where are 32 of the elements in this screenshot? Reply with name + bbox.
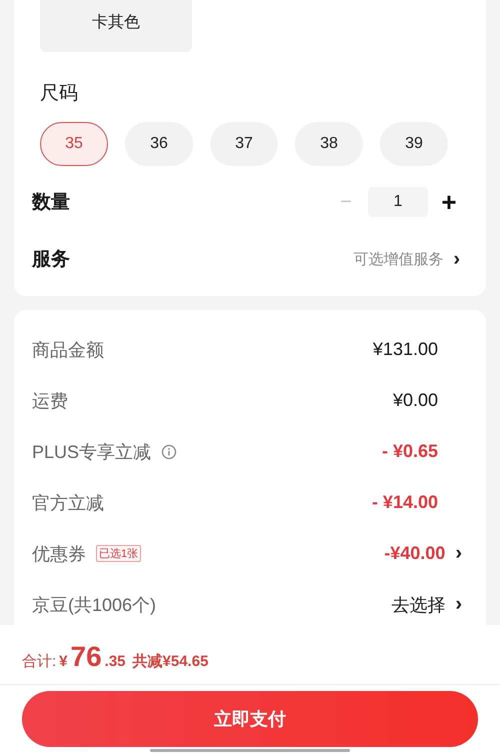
service-link[interactable]: 可选增值服务 › <box>353 248 460 270</box>
size-option[interactable]: 38 <box>295 122 363 166</box>
summary-link[interactable]: -¥40.00 › <box>384 542 462 565</box>
info-icon[interactable] <box>161 444 178 460</box>
total-label: 合计: <box>22 652 56 671</box>
size-option[interactable]: 36 <box>125 122 193 166</box>
pay-button[interactable]: 立即支付 <box>22 691 478 747</box>
total-savings: 共减¥54.65 <box>132 652 208 671</box>
summary-label: 官方立减 <box>32 492 104 514</box>
summary-value: - ¥0.65 <box>382 441 438 462</box>
summary-value: - ¥14.00 <box>372 492 438 513</box>
size-option[interactable]: 39 <box>380 122 448 166</box>
currency-sign: ¥ <box>59 653 68 670</box>
summary-label: 京豆(共1006个) <box>32 594 156 616</box>
total-integer: 76 <box>70 641 102 673</box>
summary-link[interactable]: 去选择 › <box>391 592 462 616</box>
summary-label: 运费 <box>32 390 68 412</box>
summary-value: ¥0.00 <box>392 390 438 411</box>
size-option[interactable]: 37 <box>210 122 278 166</box>
coupon-tag: 已选1张 <box>96 545 142 562</box>
quantity-label: 数量 <box>32 191 70 215</box>
size-option[interactable]: 35 <box>40 122 108 166</box>
summary-label: PLUS专享立减 <box>32 440 152 464</box>
summary-label: 商品金额 <box>32 338 104 362</box>
color-option[interactable]: 卡其色 <box>40 0 192 52</box>
section-title: 尺码 <box>40 82 79 106</box>
summary-value: ¥131.00 <box>372 339 438 360</box>
service-label: 服务 <box>32 248 70 272</box>
increase-button[interactable]: + <box>438 186 460 218</box>
summary-label: 优惠券 <box>32 542 86 566</box>
quantity-field[interactable]: 1 <box>368 187 428 217</box>
total-decimal: .35 <box>104 653 126 670</box>
